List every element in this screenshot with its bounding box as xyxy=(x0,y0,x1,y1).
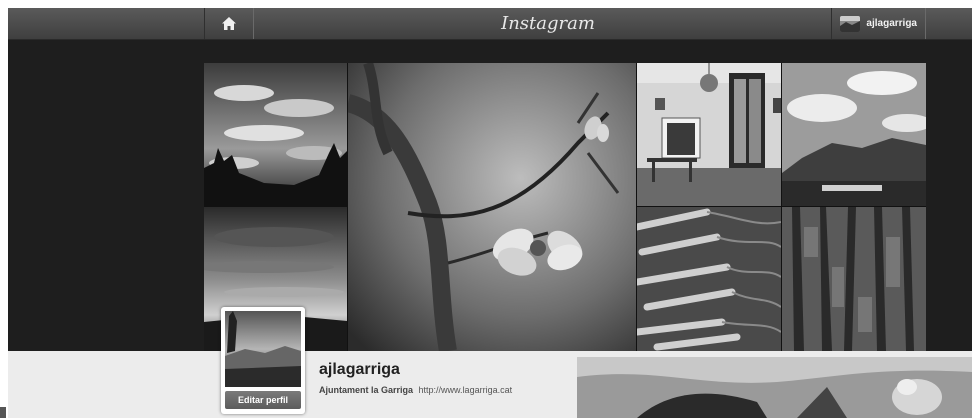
page-edge-right xyxy=(972,0,978,418)
profile-bio: Ajuntament la Garriga http://www.lagarri… xyxy=(319,385,512,395)
brand-logo[interactable]: Instagram xyxy=(488,13,608,34)
photo-tile[interactable] xyxy=(637,63,781,206)
photo-tile[interactable] xyxy=(782,63,926,206)
profile-avatar[interactable] xyxy=(225,311,301,387)
page-edge-left xyxy=(0,0,8,418)
top-nav-bar: Instagram ajlagarriga xyxy=(8,8,972,40)
home-button[interactable] xyxy=(204,8,254,39)
user-avatar xyxy=(840,15,861,32)
user-name: ajlagarriga xyxy=(866,18,917,29)
photo-tile[interactable] xyxy=(577,357,972,418)
photo-tile[interactable] xyxy=(348,63,636,351)
profile-card: Editar perfil xyxy=(221,307,305,414)
photo-tile[interactable] xyxy=(204,63,347,206)
photo-mosaic xyxy=(204,63,926,351)
profile-website-link[interactable]: http://www.lagarriga.cat xyxy=(419,385,513,395)
profile-full-name: Ajuntament la Garriga xyxy=(319,385,414,395)
home-icon xyxy=(222,17,236,30)
page-edge-top xyxy=(0,0,978,8)
page-corner-mark xyxy=(0,407,6,418)
edit-profile-button[interactable]: Editar perfil xyxy=(225,391,301,409)
photo-tile[interactable] xyxy=(782,207,926,351)
photo-tile[interactable] xyxy=(637,207,781,351)
profile-username: ajlagarriga xyxy=(319,361,400,378)
user-menu[interactable]: ajlagarriga xyxy=(831,8,926,39)
